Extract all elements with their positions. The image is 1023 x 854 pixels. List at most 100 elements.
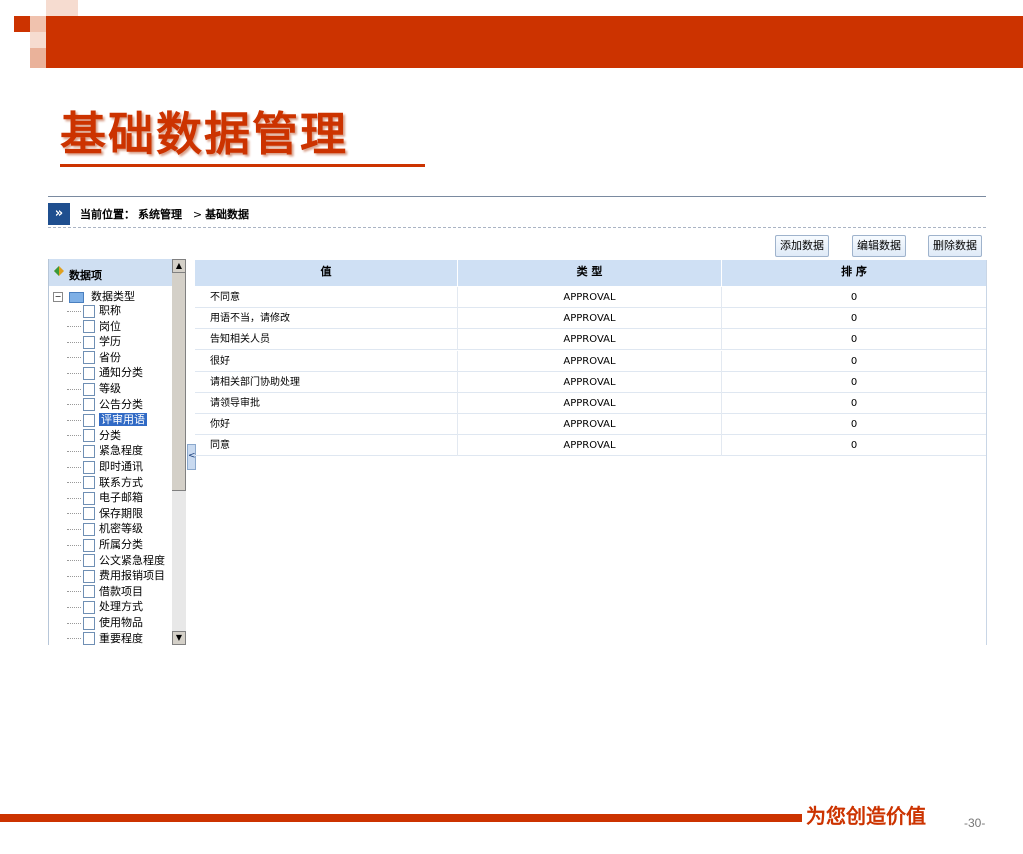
folder-icon bbox=[68, 291, 84, 303]
tree-connector bbox=[67, 622, 81, 624]
tree-item[interactable]: 评审用语 bbox=[67, 411, 147, 427]
document-icon bbox=[83, 382, 95, 396]
tree-item[interactable]: 职称 bbox=[67, 302, 121, 318]
cell-type: APPROVAL bbox=[458, 287, 722, 308]
document-icon bbox=[83, 522, 95, 536]
tree-item[interactable]: 等级 bbox=[67, 380, 121, 396]
tree-connector bbox=[67, 466, 81, 468]
tree-item[interactable]: 借款项目 bbox=[67, 583, 143, 599]
tree-item-label: 职称 bbox=[99, 304, 121, 317]
tree-connector bbox=[67, 591, 81, 593]
table-row[interactable]: 请领导审批 APPROVAL 0 bbox=[195, 393, 986, 414]
column-header-value[interactable]: 值 bbox=[195, 260, 458, 286]
scroll-down-icon[interactable]: ▼ bbox=[172, 631, 186, 645]
tree-connector bbox=[67, 575, 81, 577]
cell-type: APPROVAL bbox=[458, 414, 722, 436]
double-chevron-right-icon: » bbox=[48, 203, 70, 225]
tree-connector bbox=[67, 513, 81, 515]
slogan: 为您创造价值 bbox=[806, 804, 926, 828]
table-row[interactable]: 你好 APPROVAL 0 bbox=[195, 414, 986, 436]
tree-item[interactable]: 费用报销项目 bbox=[67, 567, 165, 583]
tree-item-label: 分类 bbox=[99, 428, 121, 442]
table-row[interactable]: 用语不当，请修改 APPROVAL 0 bbox=[195, 308, 986, 330]
table-row[interactable]: 同意 APPROVAL 0 bbox=[195, 435, 986, 457]
tree-item[interactable]: 处理方式 bbox=[67, 598, 143, 614]
tree-connector bbox=[67, 528, 81, 530]
tree-item[interactable]: 紧急程度 bbox=[67, 442, 143, 458]
column-header-type[interactable]: 类 型 bbox=[458, 260, 722, 286]
cell-type: APPROVAL bbox=[458, 393, 722, 414]
breadcrumb: 当前位置： 系统管理 > 基础数据 bbox=[80, 206, 252, 222]
tree-item-label: 保存期限 bbox=[99, 506, 143, 520]
document-icon bbox=[83, 616, 95, 630]
tree-item-label: 借款项目 bbox=[99, 584, 143, 598]
corner-square-3 bbox=[30, 16, 46, 32]
tree-item[interactable]: 公告分类 bbox=[67, 396, 143, 412]
cell-type: APPROVAL bbox=[458, 329, 722, 351]
tree-item[interactable]: 公文紧急程度 bbox=[67, 552, 165, 568]
table-row[interactable]: 不同意 APPROVAL 0 bbox=[195, 287, 986, 308]
collapse-toggle-icon[interactable]: − bbox=[53, 292, 63, 302]
document-icon bbox=[83, 507, 95, 521]
tree-item-label: 使用物品 bbox=[99, 616, 143, 629]
document-icon bbox=[83, 632, 95, 645]
data-tree-panel: 数据项 − 数据类型 职称 岗位 学历 省份 通知分类 等级 公告分类 评审用语 分类 紧急程度即… bbox=[48, 259, 187, 645]
table-row[interactable]: 告知相关人员 APPROVAL 0 bbox=[195, 329, 986, 351]
breadcrumb-bottom-rule bbox=[48, 227, 986, 228]
cell-order: 0 bbox=[850, 440, 858, 452]
tree-item-label: 通知分类 bbox=[99, 366, 143, 380]
add-data-button[interactable]: 添加数据 bbox=[775, 235, 829, 257]
tree-item[interactable]: 联系方式 bbox=[67, 474, 143, 490]
document-icon bbox=[83, 491, 95, 505]
data-grid: 值 类 型 排 序 不同意 APPROVAL 0 用语不当，请修改 APPROVAL 0 告… bbox=[195, 260, 987, 645]
tree-item-label: 等级 bbox=[99, 382, 121, 395]
tree-item[interactable]: 通知分类 bbox=[67, 364, 143, 380]
cell-order: 0 bbox=[850, 355, 858, 367]
tree-connector bbox=[67, 544, 81, 546]
tree-item-label: 学历 bbox=[99, 335, 121, 349]
document-icon bbox=[83, 413, 95, 427]
document-icon bbox=[83, 460, 95, 474]
tree-connector bbox=[67, 435, 81, 437]
tree-item-label: 重要程度 bbox=[99, 631, 143, 645]
breadcrumb-top-rule bbox=[48, 196, 986, 197]
delete-data-button[interactable]: 删除数据 bbox=[928, 235, 982, 257]
tree-connector bbox=[67, 341, 81, 343]
tree-item[interactable]: 岗位 bbox=[67, 318, 121, 334]
tree-connector bbox=[67, 482, 81, 484]
corner-square-1 bbox=[14, 16, 30, 32]
tree-item-label: 公文紧急程度 bbox=[99, 553, 165, 567]
tree-item[interactable]: 使用物品 bbox=[67, 614, 143, 630]
cell-type: APPROVAL bbox=[458, 435, 722, 457]
scroll-up-icon[interactable]: ▲ bbox=[172, 259, 186, 273]
tree-item[interactable]: 分类 bbox=[67, 427, 121, 443]
edit-data-button[interactable]: 编辑数据 bbox=[852, 235, 906, 257]
cell-value: 告知相关人员 bbox=[195, 329, 458, 351]
cell-value: 同意 bbox=[195, 435, 458, 457]
tree-item[interactable]: 电子邮箱 bbox=[67, 489, 143, 505]
cell-value: 不同意 bbox=[195, 287, 458, 308]
tree-item[interactable]: 学历 bbox=[67, 333, 121, 349]
tree-item[interactable]: 所属分类 bbox=[67, 536, 143, 552]
breadcrumb-current: 基础数据 bbox=[205, 208, 250, 221]
tree-item[interactable]: 即时通讯 bbox=[67, 458, 143, 474]
tree-scrollbar[interactable]: ▲ ▼ bbox=[172, 259, 186, 645]
tree-item[interactable]: 重要程度 bbox=[67, 630, 143, 645]
tree-header: 数据项 bbox=[49, 259, 173, 286]
tree-item[interactable]: 保存期限 bbox=[67, 505, 143, 521]
tree-item[interactable]: 机密等级 bbox=[67, 520, 143, 536]
column-header-order[interactable]: 排 序 bbox=[722, 260, 986, 286]
tree-item[interactable]: 省份 bbox=[67, 349, 121, 365]
cell-order: 0 bbox=[850, 376, 858, 388]
breadcrumb-link-system[interactable]: 系统管理 bbox=[138, 208, 182, 221]
tree-connector bbox=[67, 310, 81, 312]
slide-title: 基础数据管理 bbox=[60, 107, 348, 161]
table-row[interactable]: 请相关部门协助处理 APPROVAL 0 bbox=[195, 371, 986, 393]
breadcrumb-prefix: 当前位置： bbox=[80, 208, 135, 221]
page-number: -30- bbox=[964, 816, 986, 830]
document-icon bbox=[83, 398, 95, 412]
table-row[interactable]: 很好 APPROVAL 0 bbox=[195, 350, 986, 372]
corner-square-4 bbox=[30, 32, 46, 48]
scrollbar-thumb[interactable] bbox=[172, 273, 186, 491]
document-icon bbox=[83, 351, 95, 365]
